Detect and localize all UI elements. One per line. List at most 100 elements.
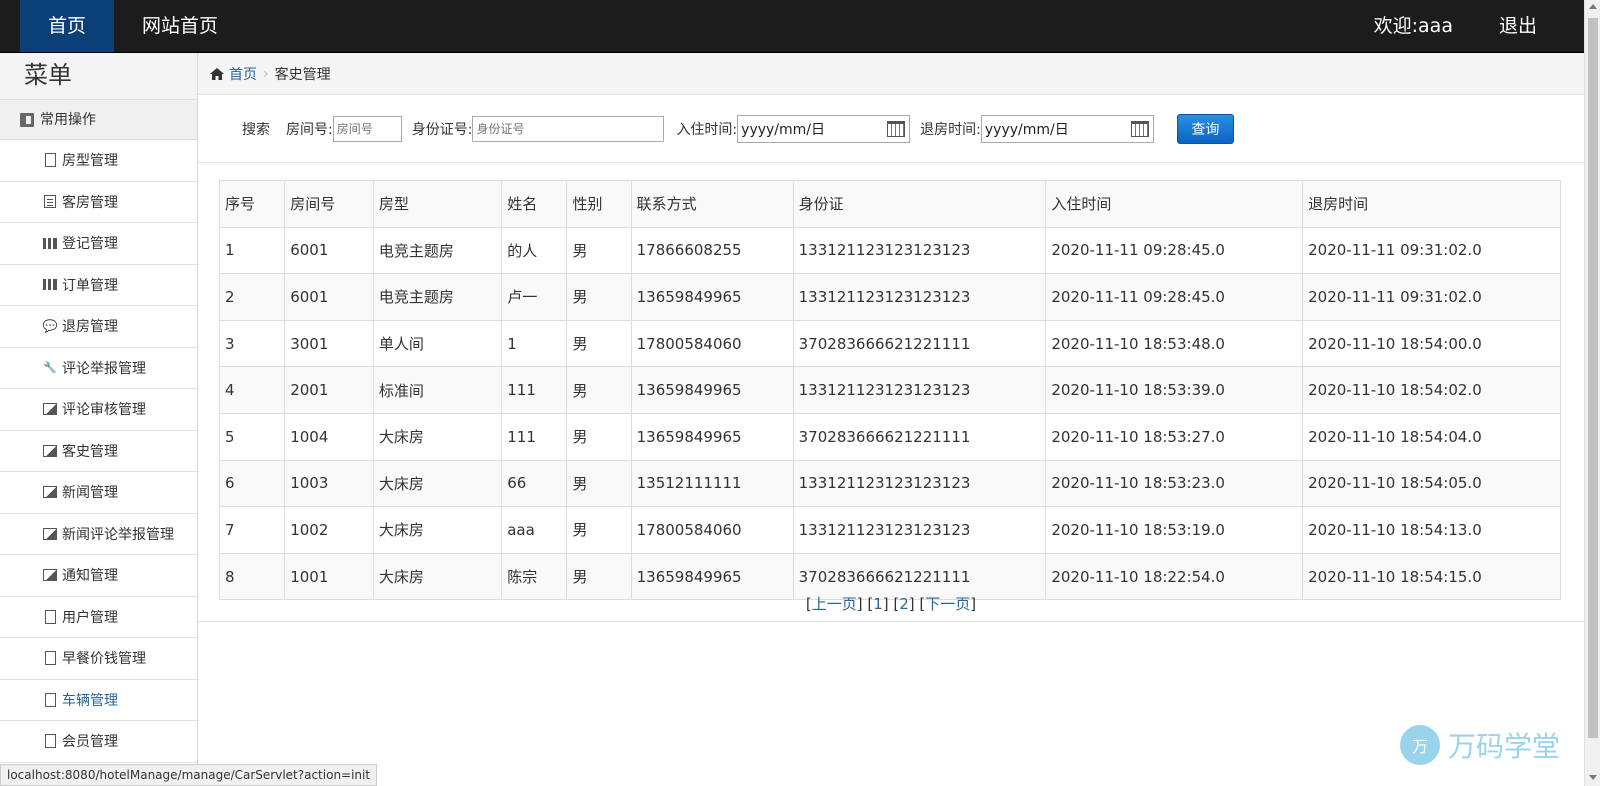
sidebar-item[interactable]: 客史管理	[0, 431, 197, 472]
table-cell: 单人间	[372, 319, 503, 368]
next-page-link[interactable]: 下一页	[925, 595, 970, 613]
table-cell: 5	[218, 412, 286, 461]
sidebar-item[interactable]: 车辆管理	[0, 680, 197, 721]
table-cell: 2020-11-11 09:28:45.0	[1045, 226, 1304, 275]
calendar-icon[interactable]	[1130, 120, 1149, 137]
sidebar-item-label: 订单管理	[62, 277, 118, 294]
menu-title: 菜单	[0, 53, 197, 100]
menu-group-common[interactable]: 常用操作	[0, 100, 197, 140]
sidebar-item[interactable]: 客房管理	[0, 182, 197, 223]
table-cell: 2001	[284, 366, 374, 414]
nav-right: 欢迎:aaa 退出	[1351, 0, 1560, 52]
file-icon	[42, 152, 58, 168]
table-row: 3 3001 单人间 1 男 17800584060 370283666621221111 2…	[218, 319, 1561, 368]
table-cell: 2020-11-11 09:28:45.0	[1045, 273, 1304, 321]
table-cell: 3001	[284, 319, 374, 368]
table-row: 6 1003 大床房 66 男 13512111111 133121123123123123…	[218, 459, 1561, 508]
scroll-thumb[interactable]	[1588, 18, 1598, 738]
table-cell: 2020-11-10 18:54:00.0	[1302, 319, 1561, 368]
table-cell: 2020-11-10 18:53:27.0	[1045, 412, 1304, 461]
table-body: 1 6001 电竞主题房 的人男 17866608255 1331211231231231…	[218, 226, 1561, 601]
table-cell: 2020-11-10 18:54:05.0	[1302, 459, 1561, 508]
sidebar-item[interactable]: 订单管理	[0, 265, 197, 306]
table-cell: 1002	[284, 506, 374, 554]
table-header-cell: 性别	[566, 180, 632, 228]
table-cell: 4	[218, 366, 286, 414]
checkin-date-input[interactable]: yyyy/mm/日	[737, 114, 911, 143]
room-input[interactable]	[332, 115, 402, 142]
sidebar-item[interactable]: 新闻评论举报管理	[0, 514, 197, 555]
wrench-icon: 🔧	[43, 361, 57, 375]
table-row: 1 6001 电竞主题房 的人男 17866608255 1331211231231231…	[218, 226, 1561, 275]
file-icon	[42, 609, 58, 625]
books-icon	[42, 277, 58, 293]
welcome-user[interactable]: 欢迎:aaa	[1351, 0, 1476, 52]
nav-home[interactable]: 首页	[20, 0, 115, 52]
query-button[interactable]: 查询	[1176, 113, 1234, 144]
sidebar-item[interactable]: 🔧 评论举报管理	[0, 348, 197, 389]
watermark-logo-icon: 万	[1400, 725, 1440, 765]
table-cell: 2020-11-11 09:31:02.0	[1302, 273, 1561, 321]
breadcrumb-home[interactable]: 首页	[210, 64, 257, 84]
breadcrumb-separator: ›	[263, 65, 269, 82]
sidebar-item[interactable]: 💬 退房管理	[0, 306, 197, 348]
table-cell: 大床房	[372, 459, 503, 508]
sidebar-item-label: 登记管理	[62, 236, 118, 253]
scroll-up-arrow-icon[interactable]	[1589, 4, 1597, 9]
table-cell: 17866608255	[630, 226, 794, 275]
sidebar-item-label: 客史管理	[62, 443, 118, 460]
table-cell: 男	[566, 459, 632, 508]
sidebar-item[interactable]: 登记管理	[0, 223, 197, 265]
table-cell: 1004	[284, 412, 374, 461]
table-cell: 1	[218, 226, 286, 275]
prev-page-link[interactable]: 上一页	[812, 595, 857, 613]
id-input[interactable]	[472, 115, 665, 142]
table-cell: 7	[218, 506, 286, 554]
table-cell: 2020-11-10 18:54:02.0	[1302, 366, 1561, 414]
comment-icon: 💬	[42, 319, 58, 334]
table-header-row: 序号 房间号 房型 姓名 性别 联系方式 身份证 入住时间 退房时间	[218, 180, 1561, 228]
sidebar-item[interactable]: 会员管理	[0, 721, 197, 763]
calendar-icon[interactable]	[887, 120, 906, 137]
table-cell: 卢一	[501, 273, 568, 321]
checkout-date-input[interactable]: yyyy/mm/日	[980, 114, 1154, 143]
breadcrumb-home-label: 首页	[229, 66, 257, 83]
menu-items: 房型管理 客房管理登记管理订单管理 💬 退房管理 🔧 评论举报管理 评论审核管理客史管理新闻…	[0, 140, 197, 763]
nav-site-home[interactable]: 网站首页	[114, 0, 246, 52]
logout-link[interactable]: 退出	[1476, 0, 1560, 52]
table-cell: 111	[501, 412, 568, 461]
table-cell: 男	[566, 273, 632, 321]
table-cell: 电竞主题房	[372, 273, 503, 321]
sidebar-item[interactable]: 新闻管理	[0, 472, 197, 514]
vertical-scrollbar[interactable]	[1584, 0, 1600, 786]
sidebar-item[interactable]: 评论审核管理	[0, 389, 197, 431]
table-cell: 电竞主题房	[372, 226, 503, 275]
home-icon	[210, 67, 224, 80]
table-cell: 3	[218, 319, 286, 368]
sidebar-item[interactable]: 用户管理	[0, 597, 197, 638]
table-cell: 2020-11-10 18:53:23.0	[1045, 459, 1304, 508]
page-2-link[interactable]: 2	[899, 595, 909, 613]
table-cell: 111	[501, 366, 568, 414]
table-cell: 2020-11-10 18:54:04.0	[1302, 412, 1561, 461]
table-cell: 133121123123123123	[792, 226, 1047, 275]
sidebar-item-label: 退房管理	[62, 319, 118, 336]
checkin-date-value: yyyy/mm/日	[741, 121, 826, 138]
table-cell: 133121123123123123	[792, 273, 1047, 321]
sidebar-item[interactable]: 房型管理	[0, 140, 197, 182]
file-icon	[42, 733, 58, 749]
table-cell: 2020-11-10 18:53:39.0	[1045, 366, 1304, 414]
table-cell: 6	[218, 459, 286, 508]
table-cell: 2020-11-10 18:54:13.0	[1302, 506, 1561, 554]
scroll-down-arrow-icon[interactable]	[1589, 775, 1597, 780]
table-cell: 男	[566, 226, 632, 275]
sidebar-item[interactable]: 早餐价钱管理	[0, 638, 197, 680]
page-1-link[interactable]: 1	[873, 595, 883, 613]
table-cell: 13512111111	[630, 459, 794, 508]
sidebar-item[interactable]: 通知管理	[0, 555, 197, 597]
table-cell: 2020-11-11 09:31:02.0	[1302, 226, 1561, 275]
pagination: [上一页] [1] [2] [下一页]	[805, 595, 977, 613]
picture-icon	[42, 526, 58, 542]
table-header-cell: 序号	[218, 180, 286, 228]
table-cell: 1	[501, 319, 568, 368]
